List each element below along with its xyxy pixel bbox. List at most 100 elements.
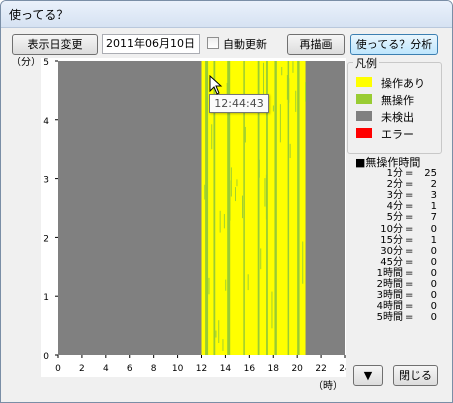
idle-streak (211, 124, 213, 150)
stat-value: 2 (430, 179, 437, 191)
triangle-down-icon: ▼ (363, 369, 373, 382)
idle-streak (271, 291, 273, 329)
idle-streak (260, 248, 262, 270)
stat-equals: = (405, 212, 414, 224)
stat-equals: = (405, 301, 414, 313)
y-tick-label: 0 (43, 352, 49, 362)
legend-swatch (356, 77, 372, 87)
stat-equals: = (405, 190, 414, 202)
legend-label: エラー (381, 128, 414, 141)
stat-label: 1時間 (376, 267, 403, 279)
x-tick-label: 6 (127, 364, 133, 374)
idle-streak (295, 90, 297, 112)
stat-label: 10分 (380, 223, 403, 235)
stat-value: 0 (430, 267, 437, 279)
stat-value: 0 (430, 290, 437, 302)
stat-equals: = (405, 234, 414, 246)
stat-equals: = (405, 179, 414, 191)
idle-streak (242, 195, 243, 219)
auto-update-label: 自動更新 (223, 38, 267, 51)
change-date-button[interactable]: 表示日変更 (12, 34, 98, 55)
mouse-pointer-icon (209, 75, 223, 95)
idle-streak (247, 274, 249, 291)
activity-chart: 012345024681012141618202224 （分） （時） (11, 57, 346, 392)
stat-equals: = (405, 279, 414, 290)
app-window: 使ってる？ 表示日変更 2011年06月10日 自動更新 再描画 使ってる？分析… (0, 0, 453, 403)
x-tick-label: 20 (291, 364, 303, 374)
legend-swatch (356, 128, 372, 138)
stat-label: 5分 (386, 212, 403, 224)
x-tick-label: 22 (315, 364, 326, 374)
stat-equals: = (405, 223, 414, 235)
y-tick-label: 3 (43, 176, 49, 186)
stat-value: 0 (430, 256, 437, 268)
stat-value: 25 (424, 168, 437, 179)
x-tick-label: 0 (55, 364, 61, 374)
idle-streak (281, 67, 283, 76)
idle-streak (215, 330, 217, 338)
idle-band (287, 61, 290, 355)
stat-label: 45分 (380, 256, 403, 268)
stat-label: 4分 (386, 201, 403, 213)
stat-value: 0 (430, 245, 437, 257)
stat-value: 0 (430, 279, 437, 290)
stat-equals: = (405, 201, 414, 213)
idle-streak (279, 104, 281, 143)
title-bar: 使ってる？ (1, 1, 452, 28)
x-tick-label: 2 (79, 364, 85, 374)
idle-streak (230, 167, 232, 197)
x-tick-label: 16 (244, 364, 256, 374)
redraw-button[interactable]: 再描画 (287, 34, 345, 55)
legend-swatch (356, 111, 372, 121)
auto-update-checkbox[interactable] (207, 37, 219, 49)
stat-label: 1分 (386, 168, 403, 179)
idle-streak (292, 61, 294, 73)
stat-value: 0 (430, 312, 437, 324)
idle-streak (225, 279, 227, 291)
idle-streak (244, 126, 246, 143)
date-field[interactable]: 2011年06月10日 (102, 34, 200, 54)
idle-streak (204, 184, 206, 200)
scroll-down-button[interactable]: ▼ (353, 365, 383, 386)
y-tick-label: 4 (43, 117, 49, 127)
idle-streak (235, 187, 236, 202)
y-tick-label: 2 (43, 234, 49, 244)
stat-value: 0 (430, 301, 437, 313)
legend-label: 無操作 (381, 94, 414, 107)
legend-label: 未検出 (381, 111, 414, 124)
idle-streak (208, 277, 210, 295)
stat-value: 7 (430, 212, 437, 224)
stat-label: 15分 (380, 234, 403, 246)
stat-equals: = (405, 267, 414, 279)
stat-equals: = (405, 245, 414, 257)
idle-streak (219, 210, 221, 233)
stat-label: 2時間 (376, 279, 403, 290)
stat-value: 1 (430, 234, 437, 246)
stat-value: 1 (430, 201, 437, 213)
stat-value: 0 (430, 223, 437, 235)
stat-label: 4時間 (376, 301, 403, 313)
idle-streak (236, 179, 238, 187)
x-tick-label: 8 (151, 364, 157, 374)
x-tick-label: 24 (339, 364, 346, 374)
time-tooltip: 12:44:43 (209, 94, 269, 113)
idle-band (274, 61, 277, 355)
stat-label: 2分 (386, 179, 403, 191)
y-tick-label: 5 (43, 58, 49, 68)
stat-label: 3時間 (376, 290, 403, 302)
idle-streak (272, 105, 274, 112)
idle-band (297, 61, 300, 355)
y-tick-label: 1 (43, 293, 49, 303)
analyze-button[interactable]: 使ってる？分析 (350, 34, 438, 55)
close-button[interactable]: 閉じる (393, 365, 438, 386)
idle-streak (305, 82, 306, 102)
idle-streak (302, 241, 304, 284)
y-axis-label: （分） (11, 57, 41, 68)
stat-equals: = (405, 312, 414, 324)
legend-swatch (356, 94, 372, 104)
x-axis-label: （時） (313, 380, 343, 392)
stat-label: 30分 (380, 245, 403, 257)
x-tick-label: 14 (220, 364, 232, 374)
x-tick-label: 12 (196, 364, 207, 374)
idle-band (205, 61, 209, 355)
